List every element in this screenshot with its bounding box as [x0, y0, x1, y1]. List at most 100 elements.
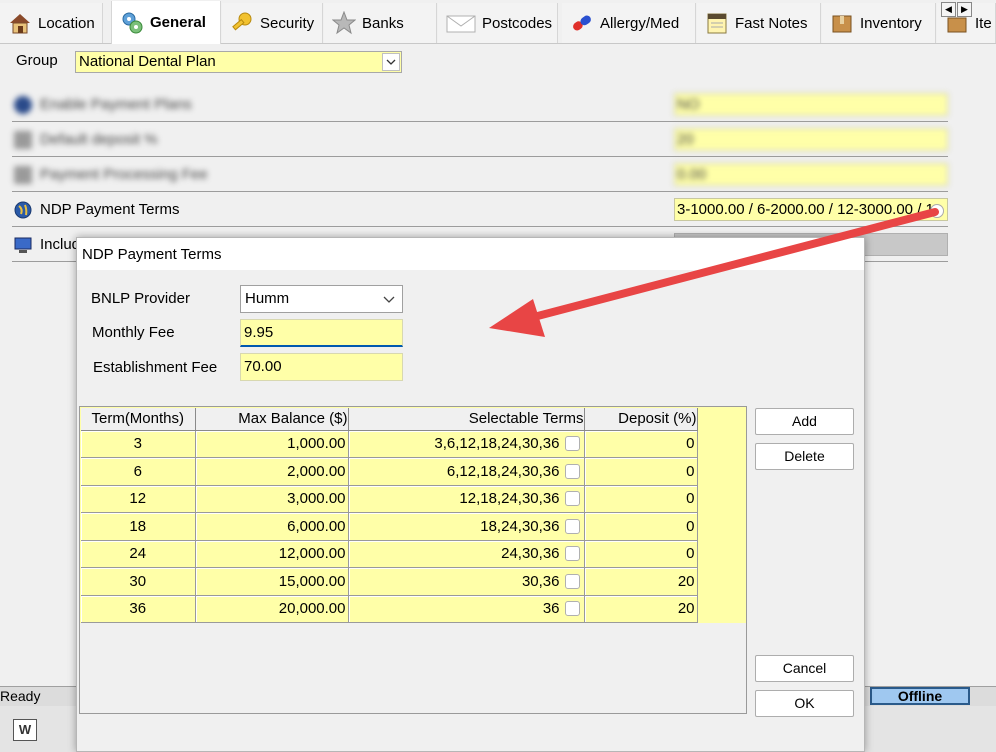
deposit-cell[interactable]: 0 [584, 512, 698, 541]
capsule-icon [570, 11, 594, 35]
provider-label: BNLP Provider [91, 290, 190, 307]
setting-value[interactable]: 0.00 [674, 163, 948, 186]
selectable-terms-cell[interactable]: 6,12,18,24,30,36 [348, 457, 585, 486]
table-row[interactable]: 30 15,000.00 30,36 20 [81, 567, 698, 596]
dialog-title: NDP Payment Terms [82, 246, 222, 263]
deposit-cell[interactable]: 0 [584, 457, 698, 486]
setting-label: Payment Processing Fee [40, 166, 208, 183]
selectable-terms-dropdown[interactable] [564, 436, 580, 452]
setting-value[interactable]: NO [674, 93, 948, 116]
selectable-terms-dropdown[interactable] [564, 573, 580, 589]
tab-label: Ite [975, 14, 992, 32]
max-balance-cell[interactable]: 3,000.00 [195, 485, 349, 513]
add-button[interactable]: Add [755, 408, 854, 435]
globe-icon [14, 96, 32, 114]
tab-security[interactable]: Security [222, 3, 323, 43]
selectable-terms-dropdown[interactable] [564, 491, 580, 507]
table-header-row: Term(Months) Max Balance ($) Selectable … [81, 408, 698, 431]
selectable-terms-dropdown[interactable] [564, 463, 580, 479]
max-balance-cell[interactable]: 12,000.00 [195, 540, 349, 568]
cancel-button[interactable]: Cancel [755, 655, 854, 682]
setting-row[interactable]: Enable Payment Plans NO [12, 88, 948, 122]
chevron-down-icon[interactable] [382, 53, 400, 71]
term-cell[interactable]: 18 [81, 512, 196, 541]
term-cell[interactable]: 3 [81, 430, 196, 458]
setting-label: Enable Payment Plans [40, 96, 192, 113]
term-cell[interactable]: 36 [81, 595, 196, 623]
selectable-terms-text: 18,24,30,36 [480, 517, 560, 535]
deposit-cell[interactable]: 20 [584, 567, 698, 596]
notepad-icon [705, 11, 729, 35]
word-icon[interactable]: W [13, 719, 37, 741]
delete-button[interactable]: Delete [755, 443, 854, 470]
selectable-terms-dropdown[interactable] [564, 546, 580, 562]
tab-label: Inventory [860, 14, 922, 32]
tab-location[interactable]: Location [0, 3, 103, 43]
tab-label: Location [38, 14, 95, 32]
setting-value[interactable]: 3-1000.00 / 6-2000.00 / 12-3000.00 / 1 [674, 198, 948, 221]
deposit-cell[interactable]: 0 [584, 540, 698, 568]
setting-row[interactable]: NDP Payment Terms 3-1000.00 / 6-2000.00 … [12, 193, 948, 227]
deposit-cell[interactable]: 20 [584, 595, 698, 623]
selectable-terms-cell[interactable]: 36 [348, 595, 585, 623]
monthly-fee-input[interactable]: 9.95 [240, 319, 403, 347]
tab-general[interactable]: General [111, 1, 221, 44]
chevron-down-icon[interactable] [382, 286, 396, 321]
tab-fast-notes[interactable]: Fast Notes [697, 3, 821, 43]
selectable-terms-text: 3,6,12,18,24,30,36 [434, 435, 560, 453]
max-balance-cell[interactable]: 15,000.00 [195, 567, 349, 596]
tab-scroll-buttons: ◀ ▶ [941, 2, 972, 17]
table-row[interactable]: 36 20,000.00 36 20 [81, 595, 698, 623]
column-header-term[interactable]: Term(Months) [81, 408, 196, 431]
max-balance-cell[interactable]: 20,000.00 [195, 595, 349, 623]
selectable-terms-cell[interactable]: 30,36 [348, 567, 585, 596]
column-header-max-balance[interactable]: Max Balance ($) [195, 408, 349, 431]
deposit-cell[interactable]: 0 [584, 430, 698, 458]
selectable-terms-dropdown[interactable] [564, 518, 580, 534]
terms-table: Term(Months) Max Balance ($) Selectable … [81, 408, 698, 623]
setting-value[interactable]: 20 [674, 128, 948, 151]
form-icon [14, 131, 32, 149]
selectable-terms-cell[interactable]: 12,18,24,30,36 [348, 485, 585, 513]
ellipsis-button[interactable] [930, 204, 944, 218]
table-row[interactable]: 6 2,000.00 6,12,18,24,30,36 0 [81, 457, 698, 486]
max-balance-cell[interactable]: 2,000.00 [195, 457, 349, 486]
selectable-terms-dropdown[interactable] [564, 601, 580, 617]
establishment-fee-input[interactable]: 70.00 [240, 353, 403, 381]
tab-scroll-left-button[interactable]: ◀ [941, 2, 956, 17]
selectable-terms-cell[interactable]: 18,24,30,36 [348, 512, 585, 541]
table-row[interactable]: 24 12,000.00 24,30,36 0 [81, 540, 698, 568]
ok-button[interactable]: OK [755, 690, 854, 717]
tab-banks[interactable]: Banks [324, 3, 437, 43]
max-balance-cell[interactable]: 1,000.00 [195, 430, 349, 458]
tab-scroll-right-button[interactable]: ▶ [957, 2, 972, 17]
deposit-cell[interactable]: 0 [584, 485, 698, 513]
selectable-terms-text: 30,36 [521, 572, 560, 590]
form-icon [14, 166, 32, 184]
term-cell[interactable]: 30 [81, 567, 196, 596]
selectable-terms-cell[interactable]: 3,6,12,18,24,30,36 [348, 430, 585, 458]
group-select[interactable]: National Dental Plan [75, 51, 402, 73]
tab-inventory[interactable]: Inventory [822, 3, 936, 43]
provider-select[interactable]: Humm [240, 285, 403, 313]
globe-icon [14, 201, 32, 219]
table-row[interactable]: 3 1,000.00 3,6,12,18,24,30,36 0 [81, 430, 698, 458]
tab-postcodes[interactable]: Postcodes [438, 3, 558, 43]
setting-row[interactable]: Payment Processing Fee 0.00 [12, 158, 948, 192]
setting-row[interactable]: Default deposit % 20 [12, 123, 948, 157]
star-icon [331, 10, 357, 35]
selectable-terms-cell[interactable]: 24,30,36 [348, 540, 585, 568]
grid-filler [698, 407, 746, 623]
max-balance-cell[interactable]: 6,000.00 [195, 512, 349, 541]
table-row[interactable]: 12 3,000.00 12,18,24,30,36 0 [81, 485, 698, 513]
column-header-selectable-terms[interactable]: Selectable Terms [348, 408, 585, 431]
box-icon [830, 11, 854, 35]
term-cell[interactable]: 12 [81, 485, 196, 513]
column-header-deposit[interactable]: Deposit (%) [584, 408, 698, 431]
term-cell[interactable]: 24 [81, 540, 196, 568]
tab-allergy-med[interactable]: Allergy/Med [562, 3, 696, 43]
dialog-titlebar: NDP Payment Terms [77, 238, 864, 270]
term-cell[interactable]: 6 [81, 457, 196, 486]
setting-label: Default deposit % [40, 131, 158, 148]
table-row[interactable]: 18 6,000.00 18,24,30,36 0 [81, 512, 698, 541]
